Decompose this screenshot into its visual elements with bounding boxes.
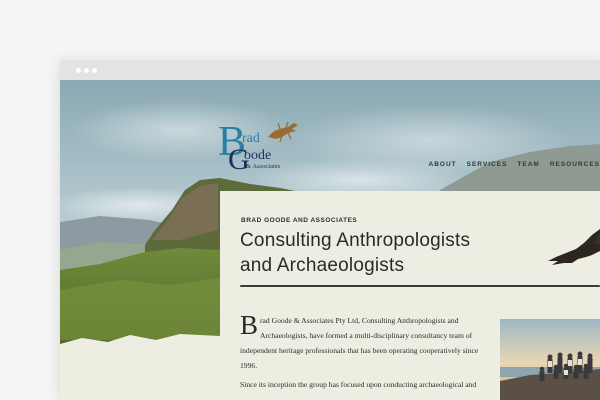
brad-goode-logo[interactable]: B rad G oode & Associates	[218, 117, 308, 172]
team-photo	[500, 319, 600, 400]
intro-paragraph-text: rad Goode & Associates Pty Ltd, Consulti…	[240, 316, 479, 370]
svg-text:oode: oode	[244, 148, 271, 163]
eyebrow-label: BRAD GOODE AND ASSOCIATES	[241, 217, 358, 224]
history-paragraph: Since its inception the group has focuse…	[240, 380, 477, 389]
nav-about[interactable]: ABOUT	[429, 161, 457, 168]
intro-paragraph: Brad Goode & Associates Pty Ltd, Consult…	[240, 310, 480, 373]
window-dot-icon	[84, 68, 89, 73]
title-line-1: Consulting Anthropologists	[240, 230, 471, 251]
eagle-illustration-icon	[548, 229, 600, 265]
browser-window: B rad G oode & Associates ABOUT SERVICES…	[60, 60, 600, 400]
title-line-2: and Archaeologists	[240, 255, 405, 276]
intro-panel: BRAD GOODE AND ASSOCIATES Consulting Ant…	[220, 191, 600, 400]
page-viewport: B rad G oode & Associates ABOUT SERVICES…	[60, 80, 600, 400]
drop-cap: B	[240, 310, 259, 340]
window-dot-icon	[76, 68, 81, 73]
nav-team[interactable]: TEAM	[517, 161, 539, 168]
main-nav: ABOUT SERVICES TEAM RESOURCES	[429, 161, 600, 168]
page-title: Consulting Anthropologists and Archaeolo…	[240, 228, 540, 278]
browser-chrome	[60, 60, 600, 80]
svg-text:& Associates: & Associates	[246, 163, 281, 170]
nav-services[interactable]: SERVICES	[467, 161, 508, 168]
title-divider	[240, 285, 600, 287]
window-dot-icon	[92, 68, 97, 73]
nav-resources[interactable]: RESOURCES	[550, 161, 600, 168]
